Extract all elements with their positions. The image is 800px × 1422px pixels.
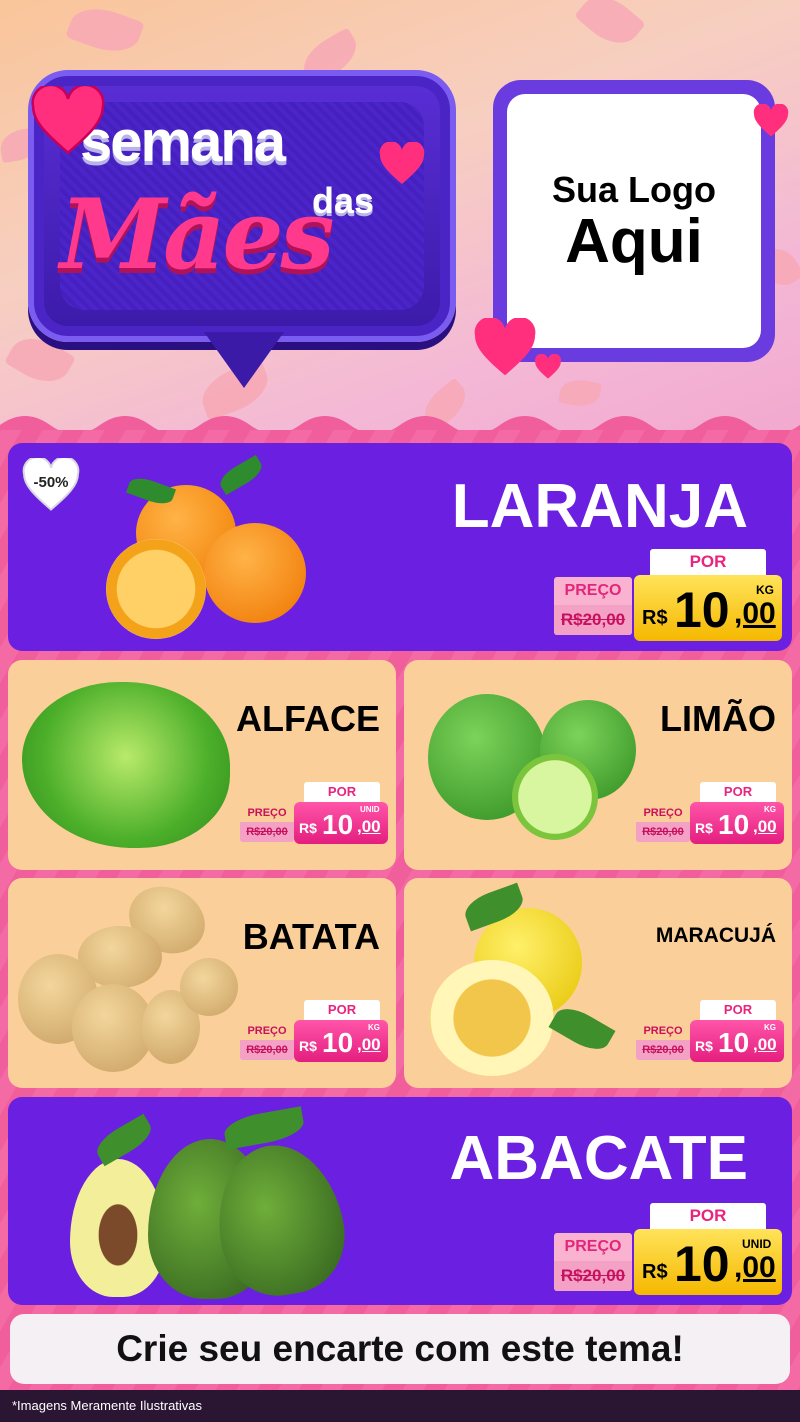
price-integer: 10	[322, 1027, 354, 1058]
preco-label: PREÇO	[564, 582, 622, 599]
logo-text-line1: Sua Logo	[552, 169, 716, 210]
por-label: POR	[304, 782, 380, 802]
old-price: R$20,00	[636, 1040, 690, 1060]
currency: R$	[642, 1261, 668, 1283]
preco-label: PREÇO	[636, 804, 690, 822]
heart-icon	[474, 318, 536, 376]
por-label: POR	[304, 1000, 380, 1020]
currency: R$	[299, 820, 317, 836]
product-name: ABACATE	[449, 1124, 749, 1193]
price-tag: R$ 10 ,00 UNID	[634, 1229, 782, 1295]
old-price-box: PREÇO R$20,00	[636, 1022, 690, 1060]
old-price: R$20,00	[554, 605, 632, 635]
old-price-box: PREÇO R$20,00	[240, 804, 294, 842]
footer-bar: *Imagens Meramente Ilustrativas	[0, 1390, 800, 1422]
preco-label: PREÇO	[240, 804, 294, 822]
price-unit: KG	[764, 805, 776, 814]
price-unit: UNID	[742, 1237, 772, 1251]
price-unit: KG	[368, 1023, 380, 1032]
header-banner: semana das Mães Sua Logo Aqui	[0, 0, 800, 430]
heart-icon	[379, 142, 425, 184]
old-price: R$20,00	[636, 822, 690, 842]
price-tag: R$ 10 ,00 KG	[690, 802, 784, 844]
currency: R$	[642, 607, 668, 629]
price-tag: R$ 10 ,00 KG	[294, 1020, 388, 1062]
price-unit: KG	[756, 583, 774, 597]
price-decimal: ,00	[357, 1035, 381, 1054]
price-integer: 10	[718, 1027, 750, 1058]
title-maes: Mães	[60, 178, 335, 291]
price-unit: KG	[764, 1023, 776, 1032]
product-card-batata: BATATA POR PREÇO R$20,00 R$ 10 ,00 KG	[8, 878, 396, 1088]
old-price: R$20,00	[240, 1040, 294, 1060]
price-decimal: ,00	[734, 1251, 776, 1284]
price-unit: UNID	[360, 805, 380, 814]
price-integer: 10	[674, 582, 730, 638]
price-decimal: ,00	[753, 1035, 777, 1054]
price-integer: 10	[674, 1236, 730, 1292]
product-name: LIMÃO	[660, 698, 776, 739]
product-card-limao: LIMÃO POR PREÇO R$20,00 R$ 10 ,00 KG	[404, 660, 792, 870]
preco-label: PREÇO	[240, 1022, 294, 1040]
por-label: POR	[650, 549, 766, 575]
currency: R$	[299, 1038, 317, 1054]
logo-text-line2: Aqui	[565, 207, 703, 276]
price-integer: 10	[718, 809, 750, 840]
heart-icon	[753, 104, 789, 137]
old-price: R$20,00	[240, 822, 294, 842]
price-decimal: ,00	[734, 597, 776, 630]
currency: R$	[695, 1038, 713, 1054]
preco-label: PREÇO	[564, 1238, 622, 1255]
heart-icon	[535, 354, 561, 379]
product-name: LARANJA	[451, 472, 748, 541]
currency: R$	[695, 820, 713, 836]
title-semana: semana	[80, 109, 286, 174]
price-integer: 10	[322, 809, 354, 840]
old-price-box: PREÇO R$20,00	[240, 1022, 294, 1060]
product-name: ALFACE	[236, 698, 380, 739]
disclaimer-text: *Imagens Meramente Ilustrativas	[12, 1398, 203, 1413]
price-decimal: ,00	[357, 817, 381, 836]
price-decimal: ,00	[753, 817, 777, 836]
por-label: POR	[700, 1000, 776, 1020]
price-tag: R$ 10 ,00 KG	[634, 575, 782, 641]
preco-label: PREÇO	[636, 1022, 690, 1040]
old-price-box: PREÇO R$20,00	[636, 804, 690, 842]
por-label: POR	[700, 782, 776, 802]
cta-banner: Crie seu encarte com este tema!	[10, 1314, 790, 1384]
product-name: BATATA	[242, 916, 380, 957]
product-card-abacate: ABACATE POR PREÇO R$20,00 R$ 10 ,00 UNID	[8, 1097, 792, 1305]
discount-badge: -50%	[20, 456, 82, 512]
old-price-box: PREÇO R$20,00	[554, 1233, 632, 1291]
discount-text: -50%	[33, 474, 69, 491]
heart-icon	[31, 86, 105, 155]
old-price: R$20,00	[554, 1261, 632, 1291]
product-card-alface: ALFACE POR PREÇO R$20,00 R$ 10 ,00 UNID	[8, 660, 396, 870]
product-name: MARACUJÁ	[655, 924, 776, 947]
price-tag: R$ 10 ,00 KG	[690, 1020, 784, 1062]
old-price-box: PREÇO R$20,00	[554, 577, 632, 635]
por-label: POR	[650, 1203, 766, 1229]
product-card-maracuja: MARACUJÁ POR PREÇO R$20,00 R$ 10 ,00 KG	[404, 878, 792, 1088]
price-tag: R$ 10 ,00 UNID	[294, 802, 388, 844]
product-card-laranja: LARANJA POR PREÇO R$20,00 R$ 10 ,00 KG	[8, 443, 792, 651]
